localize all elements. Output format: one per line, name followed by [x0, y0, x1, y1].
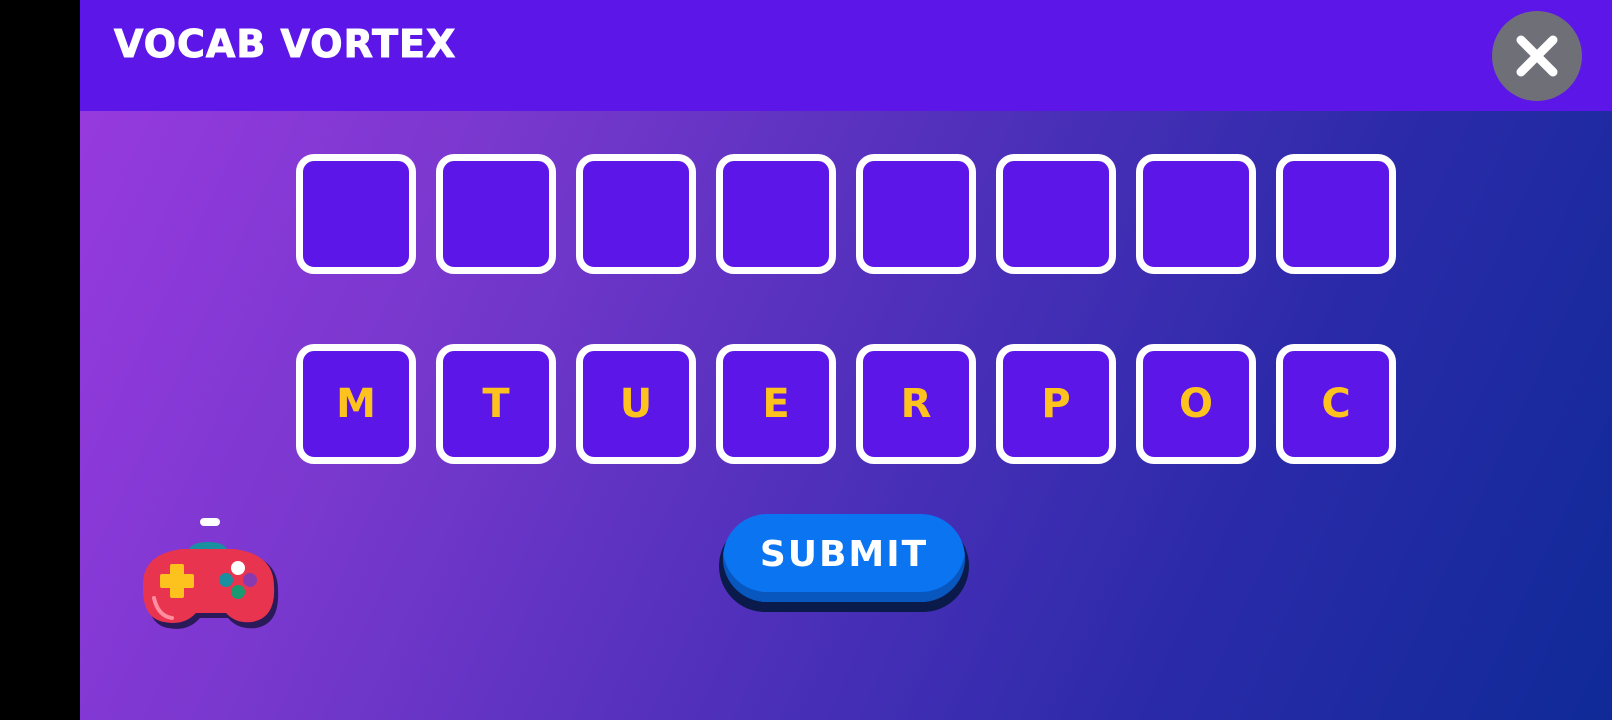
game-screen: VOCAB VORTEX M T U E R P O C SUBMIT [80, 0, 1612, 720]
submit-button-wrapper: SUBMIT [719, 514, 969, 612]
letter-tile-t[interactable]: T [436, 344, 556, 464]
close-icon [1516, 35, 1558, 77]
header-bar: VOCAB VORTEX [80, 0, 1612, 111]
letter-tile-o[interactable]: O [1136, 344, 1256, 464]
answer-slot[interactable] [856, 154, 976, 274]
letter-label: O [1178, 381, 1213, 427]
answer-slots-row [296, 154, 1396, 274]
gamepad-icon [138, 512, 288, 642]
answer-slot[interactable] [576, 154, 696, 274]
letter-tile-e[interactable]: E [716, 344, 836, 464]
letter-tile-r[interactable]: R [856, 344, 976, 464]
letter-tile-u[interactable]: U [576, 344, 696, 464]
letter-label: C [1321, 381, 1351, 427]
letter-label: P [1041, 381, 1071, 427]
answer-slot[interactable] [296, 154, 416, 274]
game-title: VOCAB VORTEX [113, 22, 457, 67]
answer-slot[interactable] [1136, 154, 1256, 274]
submit-label: SUBMIT [759, 533, 929, 575]
letter-tiles-row: M T U E R P O C [296, 344, 1396, 464]
letter-tile-p[interactable]: P [996, 344, 1116, 464]
close-button[interactable] [1492, 11, 1582, 101]
letter-tile-m[interactable]: M [296, 344, 416, 464]
letter-label: U [619, 381, 653, 427]
letter-label: R [900, 381, 932, 427]
answer-slot[interactable] [996, 154, 1116, 274]
answer-slot[interactable] [436, 154, 556, 274]
answer-slot[interactable] [1276, 154, 1396, 274]
submit-button[interactable]: SUBMIT [723, 514, 965, 602]
left-black-strip [0, 0, 80, 720]
letter-label: M [336, 381, 376, 427]
answer-slot[interactable] [716, 154, 836, 274]
letter-label: E [762, 381, 790, 427]
letter-tile-c[interactable]: C [1276, 344, 1396, 464]
letter-label: T [482, 381, 510, 427]
